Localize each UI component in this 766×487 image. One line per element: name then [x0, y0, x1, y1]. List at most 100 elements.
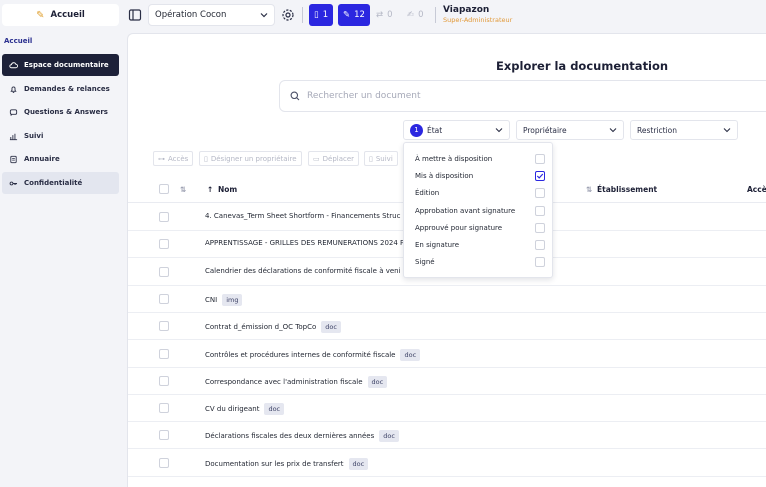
search-box[interactable]: Rechercher un document [279, 80, 766, 112]
sidebar: Accueil Espace documentaire Demandes & r… [0, 30, 126, 487]
sidebar-item-suivi[interactable]: Suivi [2, 125, 119, 147]
table-row[interactable]: Documentation sur les prix de transfert d… [128, 450, 766, 477]
chevron-down-icon [260, 13, 268, 18]
row-checkbox[interactable] [159, 403, 169, 414]
document-name[interactable]: Correspondance avec l'administration fis… [205, 378, 363, 386]
etat-option[interactable]: Signé [415, 257, 545, 268]
suivi-button[interactable]: ▯ Suivi [364, 151, 398, 166]
sort-icon[interactable]: ⇅ [180, 185, 186, 194]
etat-option[interactable]: Approbation avant signature [415, 205, 545, 216]
etat-filter[interactable]: 1 État [403, 120, 510, 140]
etat-option-label: Approuvé pour signature [415, 223, 503, 232]
row-checkbox[interactable] [159, 293, 169, 304]
restriction-filter[interactable]: Restriction [630, 120, 738, 140]
swap-icon: ⇄ [376, 10, 384, 20]
chat-icon [9, 108, 18, 116]
designer-proprietaire-button[interactable]: ▯ Désigner un propriétaire [199, 151, 302, 166]
file-type-tag: doc [321, 321, 341, 334]
row-checkbox[interactable] [159, 321, 169, 332]
column-acces[interactable]: Accè [747, 185, 766, 194]
documents-pill[interactable]: ▯ 1 [309, 4, 334, 26]
file-type-tag: doc [367, 375, 388, 388]
row-checkbox[interactable] [159, 430, 169, 441]
document-icon: ▯ [369, 154, 373, 163]
row-checkbox[interactable] [159, 239, 169, 250]
document-name[interactable]: Documentation sur les prix de transfert [205, 460, 344, 468]
sidebar-title: Accueil [4, 37, 33, 45]
sidebar-item-questions[interactable]: Questions & Answers [2, 101, 119, 123]
checkbox[interactable] [535, 205, 545, 216]
sidebar-item-annuaire[interactable]: Annuaire [2, 148, 119, 170]
transfers-pill[interactable]: ⇄ 0 [371, 4, 398, 26]
acces-button[interactable]: ⊶ Accès [153, 151, 194, 166]
etat-dropdown: À mettre à disposition Mis à disposition É… [403, 142, 553, 278]
sort-icon[interactable]: ⇅ [586, 185, 592, 194]
etat-option[interactable]: En signature [415, 240, 545, 250]
document-name[interactable]: APPRENTISSAGE - GRILLES DES REMUNERATION… [205, 239, 420, 247]
sidebar-item-demandes[interactable]: Demandes & relances [2, 78, 119, 100]
etat-option-label: Signé [415, 258, 435, 267]
document-name[interactable]: Contrat d_émission d_OC TopCo [205, 323, 316, 331]
table-row[interactable]: Correspondance avec l'administration fis… [128, 368, 766, 395]
divider [302, 7, 303, 23]
file-type-tag: img [222, 293, 243, 306]
file-type-tag: doc [379, 430, 399, 443]
table-row[interactable]: CNI img [128, 286, 766, 313]
etat-option-label: À mettre à disposition [415, 155, 493, 163]
sidebar-item-confidentialite[interactable]: Confidentialité [2, 172, 119, 194]
row-checkbox[interactable] [159, 348, 169, 359]
deplacer-button[interactable]: ▭ Déplacer [308, 151, 360, 166]
project-select[interactable]: Opération Cocon [148, 4, 275, 26]
table-row[interactable]: CV du dirigeant doc [128, 395, 766, 423]
row-checkbox[interactable] [159, 266, 169, 277]
column-etablissement[interactable]: Établissement [597, 185, 657, 194]
row-checkbox[interactable] [159, 457, 169, 468]
sidebar-item-espace-documentaire[interactable]: Espace documentaire [2, 54, 119, 76]
table-row[interactable]: Déclarations fiscales des deux dernières… [128, 422, 766, 450]
document-name[interactable]: Contrôles et procédures internes de conf… [205, 351, 395, 359]
document-name[interactable]: CV du dirigeant [205, 405, 259, 413]
row-checkbox[interactable] [159, 212, 169, 222]
chevron-down-icon [723, 128, 731, 133]
etat-option[interactable]: À mettre à disposition [415, 154, 545, 164]
pencil-icon: ✎ [343, 10, 351, 20]
row-checkbox[interactable] [159, 375, 169, 386]
table-row[interactable]: Contrat d_émission d_OC TopCo doc [128, 313, 766, 341]
etat-option[interactable]: Approuvé pour signature [415, 222, 545, 233]
signature-icon: ✍ [407, 10, 415, 20]
document-icon: ▯ [204, 154, 208, 163]
document-name[interactable]: 4. Canevas_Term Sheet Shortform - Financ… [205, 212, 400, 220]
checkbox[interactable] [535, 222, 545, 233]
etat-option[interactable]: Mis à disposition [415, 171, 545, 182]
home-button[interactable]: ✎ Accueil [2, 4, 119, 26]
file-type-tag: doc [400, 348, 421, 361]
key-icon [9, 181, 18, 185]
proprietaire-filter[interactable]: Propriétaire [516, 120, 624, 140]
book-icon [10, 155, 17, 163]
sort-up-icon[interactable]: ↑ [207, 185, 213, 194]
document-name[interactable]: CNI [205, 296, 217, 304]
search-input[interactable]: Rechercher un document [307, 91, 421, 101]
checkbox[interactable] [535, 257, 545, 268]
document-icon: ▯ [314, 10, 319, 20]
table-row[interactable]: Contrôles et procédures internes de conf… [128, 341, 766, 368]
divider [435, 7, 436, 23]
file-type-tag: doc [348, 457, 369, 470]
edits-pill[interactable]: ✎ 12 [338, 4, 370, 26]
column-name[interactable]: Nom [218, 185, 237, 194]
checkbox[interactable] [535, 154, 545, 164]
etat-option-label: Édition [415, 189, 440, 198]
document-name[interactable]: Déclarations fiscales des deux dernières… [205, 432, 374, 440]
gear-icon[interactable] [281, 8, 295, 22]
user-role: Super-Administrateur [443, 16, 513, 24]
signatures-pill[interactable]: ✍ 0 [402, 4, 429, 26]
checked-checkbox-icon[interactable] [535, 171, 545, 182]
user-name[interactable]: Viapazon [443, 5, 489, 15]
etat-option[interactable]: Édition [415, 188, 545, 199]
document-name[interactable]: Calendrier des déclarations de conformit… [205, 267, 401, 275]
checkbox[interactable] [535, 240, 545, 250]
checkbox[interactable] [535, 188, 545, 199]
panel-toggle-icon[interactable] [128, 8, 142, 22]
project-name: Opération Cocon [155, 10, 227, 20]
select-all-checkbox[interactable] [159, 184, 169, 194]
